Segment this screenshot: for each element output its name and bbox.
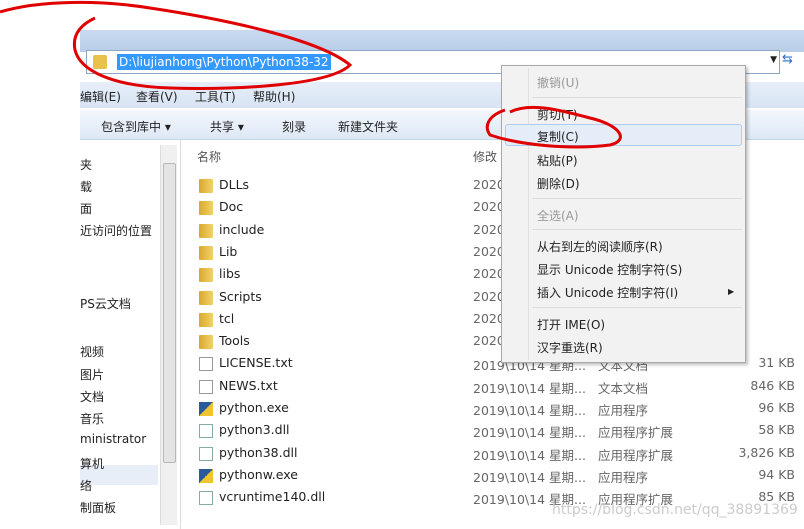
annotation-strokes: [0, 0, 622, 149]
annotation-circle-address: [0, 0, 353, 90]
annotation-circle-copy: [485, 105, 622, 149]
